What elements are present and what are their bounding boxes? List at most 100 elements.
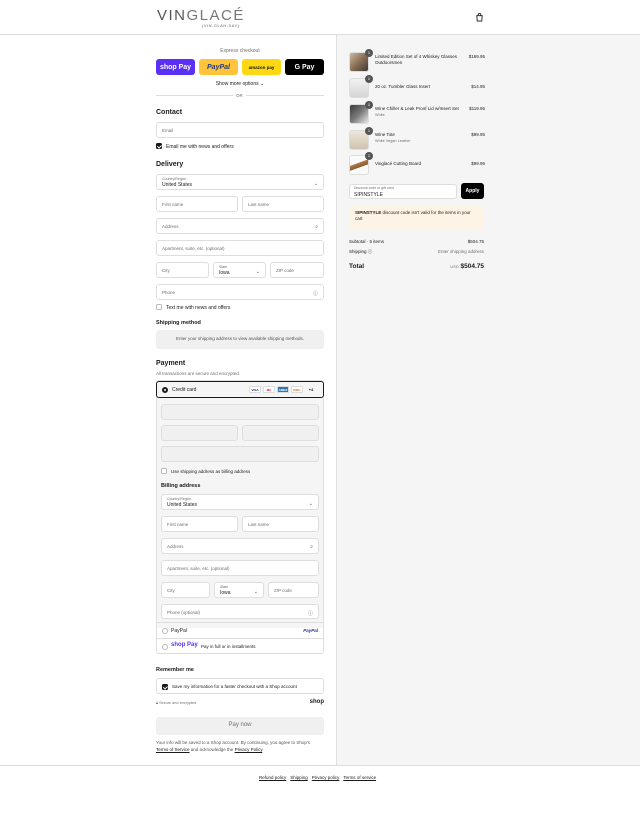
billing-last-name-field[interactable]: Last name [242, 516, 319, 532]
text-news-checkbox[interactable] [156, 304, 162, 310]
chevron-down-icon: ⌄ [255, 269, 260, 275]
item-variant: White [375, 113, 385, 117]
delivery-heading: Delivery [156, 161, 184, 168]
cart-item: 1 Vinglacé Cutting Board $99.95 [349, 152, 485, 175]
item-price: $99.95 [471, 161, 485, 166]
use-shipping-checkbox[interactable] [161, 468, 167, 474]
payment-subtitle: All transactions are secure and encrypte… [156, 371, 241, 376]
total-value: $504.75 [460, 263, 485, 270]
visa-icon: VISA [249, 386, 261, 393]
paypal-logo: PayPal [303, 628, 318, 633]
payment-heading: Payment [156, 360, 186, 367]
email-news-checkbox[interactable] [156, 143, 162, 149]
amazon-pay-button[interactable]: amazon pay [242, 59, 281, 75]
chevron-down-icon: ⌄ [253, 589, 258, 595]
item-name: Wine Tote [375, 132, 395, 137]
credit-card-radio[interactable] [162, 387, 168, 393]
shop-pay-radio[interactable] [162, 644, 168, 650]
billing-address-field[interactable]: Address ⌕ [161, 538, 319, 554]
discount-code-field[interactable]: Discount code or gift card SIPINSTYLE [349, 184, 457, 199]
show-more-options-link[interactable]: Show more options ⌄ [156, 81, 324, 87]
state-select[interactable]: State Iowa ⌄ [213, 262, 266, 278]
help-circle-icon[interactable]: ⓘ [308, 610, 313, 617]
email-field[interactable]: Email [156, 122, 324, 138]
shipping-method-heading: Shipping method [156, 320, 201, 326]
shipping-policy-link[interactable]: Shipping [290, 775, 308, 780]
shop-pay-logo: shop Pay [171, 642, 198, 648]
name-on-card-field[interactable] [161, 446, 319, 462]
mastercard-icon: MC [263, 386, 275, 393]
text-news-label: Text me with news and offers [166, 305, 231, 311]
privacy-policy-link[interactable]: Privacy Policy [235, 747, 263, 752]
pay-now-button[interactable]: Pay now [156, 717, 324, 735]
chevron-down-icon: ⌄ [313, 181, 318, 187]
last-name-field[interactable]: Last name [242, 196, 324, 212]
paypal-radio[interactable] [162, 628, 168, 634]
terms-of-service-link[interactable]: Terms of Service [156, 747, 190, 752]
paypal-option[interactable]: PayPal PayPal [156, 622, 324, 637]
apply-discount-button[interactable]: Apply [461, 183, 484, 199]
total-row: Total USD $504.75 [349, 263, 484, 270]
billing-apartment-field[interactable]: Apartment, suite, etc. (optional) [161, 560, 319, 576]
discover-icon: DISC [291, 386, 303, 393]
cart-item: 1 Wine Tote White Vegan Leather $99.95 [349, 127, 485, 150]
cart-item: 1 Limited Edition Set of 4 Whiskey Glass… [349, 49, 485, 72]
billing-phone-field[interactable]: Phone (optional) ⓘ [161, 604, 319, 619]
paypal-button[interactable]: PayPal [199, 59, 238, 75]
address-field[interactable]: Address ⌕ [156, 218, 324, 234]
billing-zip-field[interactable]: ZIP code [268, 582, 319, 598]
expiration-field[interactable] [161, 425, 238, 441]
quantity-badge: 1 [365, 152, 373, 160]
security-code-field[interactable] [242, 425, 319, 441]
quantity-badge: 1 [365, 49, 373, 57]
billing-city-field[interactable]: City [161, 582, 210, 598]
item-price: $169.95 [468, 54, 485, 59]
lock-icon: 🔒︎ [156, 701, 159, 705]
checkout-page: VINGLACÉ (VIN-GLAH-SAY) Express checkout… [0, 0, 640, 814]
subtotal-row: Subtotal · 5 items $504.75 [349, 239, 484, 244]
credit-card-option[interactable]: Credit card VISA MC AMEX DISC +4 [156, 381, 324, 398]
quantity-badge: 1 [365, 127, 373, 135]
search-icon: ⌕ [315, 224, 318, 230]
phone-field[interactable]: Phone ⓘ [156, 284, 324, 300]
google-pay-button[interactable]: G Pay [285, 59, 324, 75]
use-shipping-label: Use shipping address as billing address [171, 469, 251, 474]
item-name: Limited Edition Set of 4 Whiskey Glasses… [375, 54, 458, 65]
shipping-method-message: Enter your shipping address to view avai… [156, 330, 324, 349]
country-select[interactable]: Country/Region United States ⌄ [156, 174, 324, 190]
billing-first-name-field[interactable]: First name [161, 516, 238, 532]
item-name: Wine Chiller & Leak Proof Lid w/Insert S… [375, 106, 459, 111]
card-number-field[interactable] [161, 404, 319, 420]
shipping-value: Enter shipping address [437, 249, 484, 254]
billing-state-select[interactable]: State Iowa ⌄ [214, 582, 264, 598]
save-info-label: Save my information for a faster checkou… [172, 684, 297, 689]
shopping-bag-icon[interactable] [475, 13, 484, 22]
contact-heading: Contact [156, 109, 183, 116]
remember-me-heading: Remember me [156, 667, 194, 673]
quantity-badge: 1 [365, 75, 373, 83]
refund-policy-link[interactable]: Refund policy [259, 775, 286, 780]
apartment-field[interactable]: Apartment, suite, etc. (optional) [156, 240, 324, 256]
shop-pay-button[interactable]: shop Pay [156, 59, 195, 75]
terms-of-service-footer-link[interactable]: Terms of service [343, 775, 376, 780]
item-price: $14.95 [471, 84, 485, 89]
help-circle-icon[interactable]: ⓘ [313, 290, 318, 297]
shop-pay-option[interactable]: shop Pay Pay in full or in installments [156, 638, 324, 653]
amex-icon: AMEX [277, 386, 289, 393]
city-field[interactable]: City [156, 262, 209, 278]
credit-card-label: Credit card [172, 387, 197, 393]
save-info-checkbox[interactable] [162, 684, 168, 690]
or-divider: OR [156, 93, 324, 98]
email-news-label: Email me with news and offers [166, 144, 234, 150]
item-name: 20 oz. Tumbler Glass Insert [375, 84, 431, 89]
header: VINGLACÉ (VIN-GLAH-SAY) [0, 0, 640, 35]
billing-country-select[interactable]: Country/Region United States ⌄ [161, 494, 319, 510]
privacy-policy-footer-link[interactable]: Privacy policy [312, 775, 340, 780]
zip-field[interactable]: ZIP code [270, 262, 324, 278]
first-name-field[interactable]: First name [156, 196, 238, 212]
cart-item: 1 20 oz. Tumbler Glass Insert $14.95 [349, 75, 485, 98]
shipping-row: Shipping ⓘ Enter shipping address [349, 249, 484, 254]
brand-logo[interactable]: VINGLACÉ (VIN-GLAH-SAY) [157, 8, 247, 28]
cart-item: 1 Wine Chiller & Leak Proof Lid w/Insert… [349, 101, 485, 124]
billing-address-heading: Billing address [161, 483, 201, 489]
